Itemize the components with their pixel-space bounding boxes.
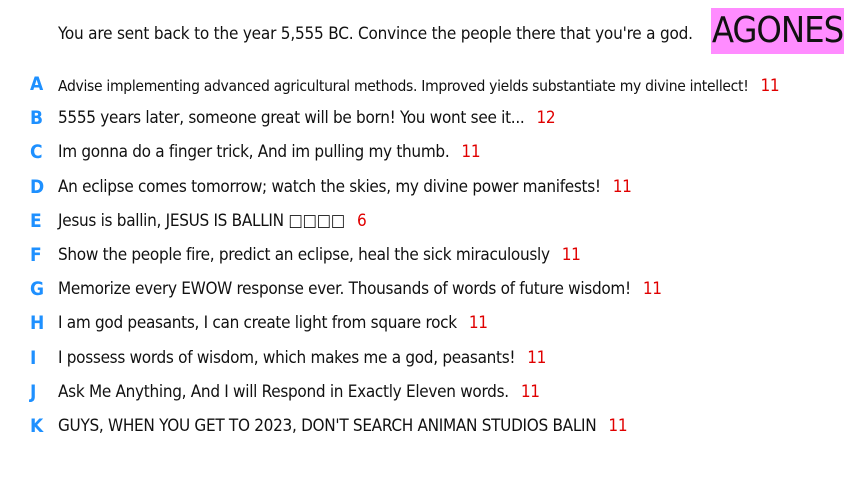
- answer-text: 5555 years later, someone great will be …: [58, 108, 525, 129]
- answer-letter: C: [30, 141, 43, 164]
- answer-letter: H: [30, 312, 45, 335]
- prompt-text: You are sent back to the year 5,555 BC. …: [58, 24, 693, 44]
- answer-score: 11: [608, 415, 628, 436]
- answer-letter: E: [30, 209, 42, 232]
- answer-text: Jesus is ballin, JESUS IS BALLIN □□□□: [58, 210, 345, 231]
- agones-logo: AGONES: [711, 8, 844, 54]
- answer-text: An eclipse comes tomorrow; watch the ski…: [58, 176, 601, 197]
- answer-row-e: E Jesus is ballin, JESUS IS BALLIN □□□□ 6: [0, 207, 853, 241]
- answer-text: Show the people fire, predict an eclipse…: [58, 244, 550, 265]
- answer-row-c: C Im gonna do a finger trick, And im pul…: [0, 138, 853, 172]
- answer-letter: A: [30, 73, 44, 95]
- answer-letter: F: [30, 243, 42, 266]
- answer-letter: I: [30, 346, 37, 369]
- answer-score: 11: [527, 347, 547, 368]
- answer-text: Memorize every EWOW response ever. Thous…: [58, 279, 631, 300]
- answer-score: 11: [642, 279, 662, 300]
- answer-score: 11: [561, 244, 581, 265]
- answer-letter: D: [30, 175, 45, 198]
- answer-row-a: A Advise implementing advanced agricultu…: [0, 70, 853, 104]
- answer-score: 11: [760, 76, 780, 96]
- answer-score: 11: [612, 176, 632, 197]
- answer-score: 6: [356, 210, 367, 231]
- answer-text: Advise implementing advanced agricultura…: [58, 77, 749, 95]
- answer-letter: J: [30, 380, 37, 403]
- answer-text: I am god peasants, I can create light fr…: [58, 313, 457, 334]
- answer-letter: K: [30, 414, 44, 437]
- answer-text: I possess words of wisdom, which makes m…: [58, 347, 516, 368]
- answer-row-h: H I am god peasants, I can create light …: [0, 309, 853, 343]
- answer-score: 11: [520, 381, 540, 402]
- answer-text: Ask Me Anything, And I will Respond in E…: [58, 381, 509, 402]
- answer-letter: B: [30, 107, 44, 130]
- answer-letter: G: [30, 278, 45, 301]
- answer-row-k: K GUYS, WHEN YOU GET TO 2023, DON'T SEAR…: [0, 412, 853, 446]
- answer-row-f: F Show the people fire, predict an eclip…: [0, 241, 853, 275]
- answer-row-b: B 5555 years later, someone great will b…: [0, 104, 853, 138]
- answer-row-g: G Memorize every EWOW response ever. Tho…: [0, 275, 853, 309]
- answer-score: 11: [468, 313, 488, 334]
- answer-score: 12: [536, 108, 556, 129]
- answer-row-j: J Ask Me Anything, And I will Respond in…: [0, 378, 853, 412]
- answer-text: Im gonna do a finger trick, And im pulli…: [58, 142, 450, 163]
- answer-text: GUYS, WHEN YOU GET TO 2023, DON'T SEARCH…: [58, 415, 597, 436]
- answer-row-i: I I possess words of wisdom, which makes…: [0, 344, 853, 378]
- answer-list: A Advise implementing advanced agricultu…: [0, 70, 853, 446]
- answer-score: 11: [461, 142, 481, 163]
- answer-row-d: D An eclipse comes tomorrow; watch the s…: [0, 173, 853, 207]
